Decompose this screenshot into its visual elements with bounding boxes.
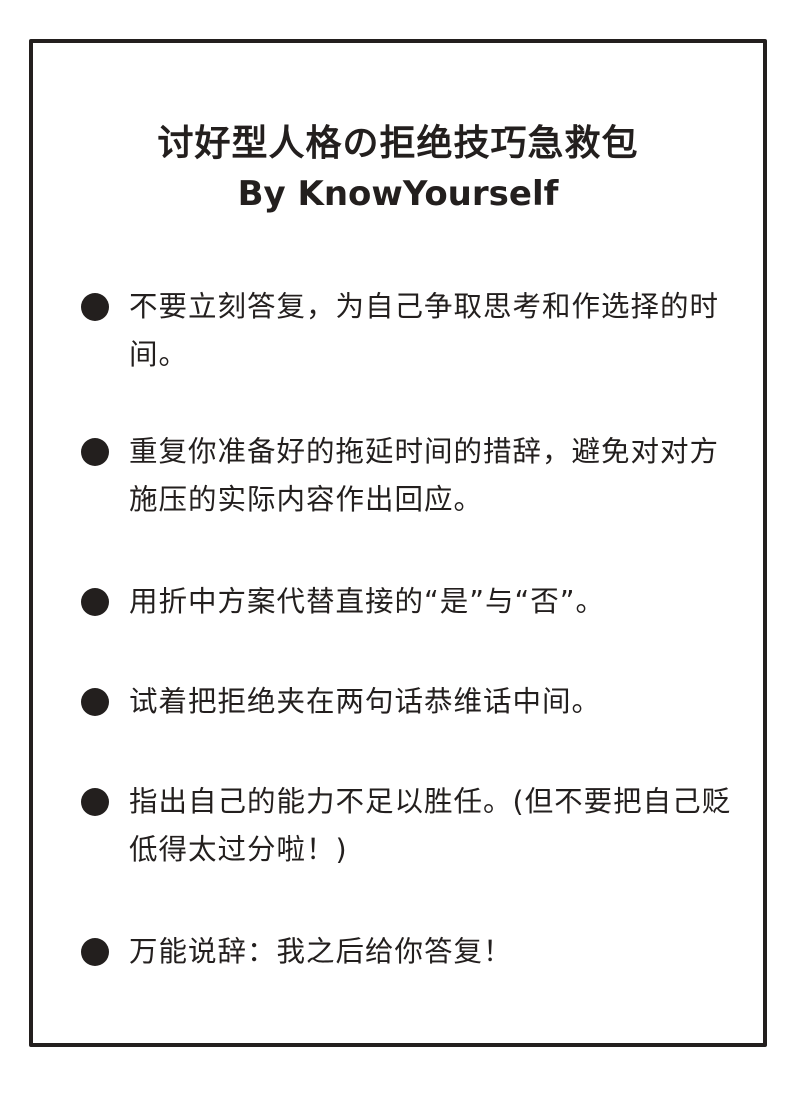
bullet-icon — [81, 688, 109, 716]
bullet-icon — [81, 938, 109, 966]
bullet-icon — [81, 788, 109, 816]
page-subtitle: By KnowYourself — [237, 174, 559, 214]
list-item-text: 重复你准备好的拖延时间的措辞，避免对对方施压的实际内容作出回应。 — [129, 435, 720, 516]
list-item-text: 不要立刻答复，为自己争取思考和作选择的时间。 — [129, 290, 720, 371]
bullet-icon — [81, 588, 109, 616]
list-item-text: 用折中方案代替直接的“是”与“否”。 — [129, 585, 606, 618]
list-item-text: 试着把拒绝夹在两句话恭维话中间。 — [129, 685, 602, 718]
bullet-icon — [81, 293, 109, 321]
bullet-icon — [81, 438, 109, 466]
page-title: 讨好型人格の拒绝技巧急救包 — [157, 123, 639, 164]
list-item-text: 指出自己的能力不足以胜任。(但不要把自己贬低得太过分啦！) — [129, 785, 732, 866]
list-item-text: 万能说辞：我之后给你答复！ — [129, 935, 513, 968]
tips-card: 讨好型人格の拒绝技巧急救包 By KnowYourself 不要立刻答复，为自己… — [29, 39, 767, 1047]
